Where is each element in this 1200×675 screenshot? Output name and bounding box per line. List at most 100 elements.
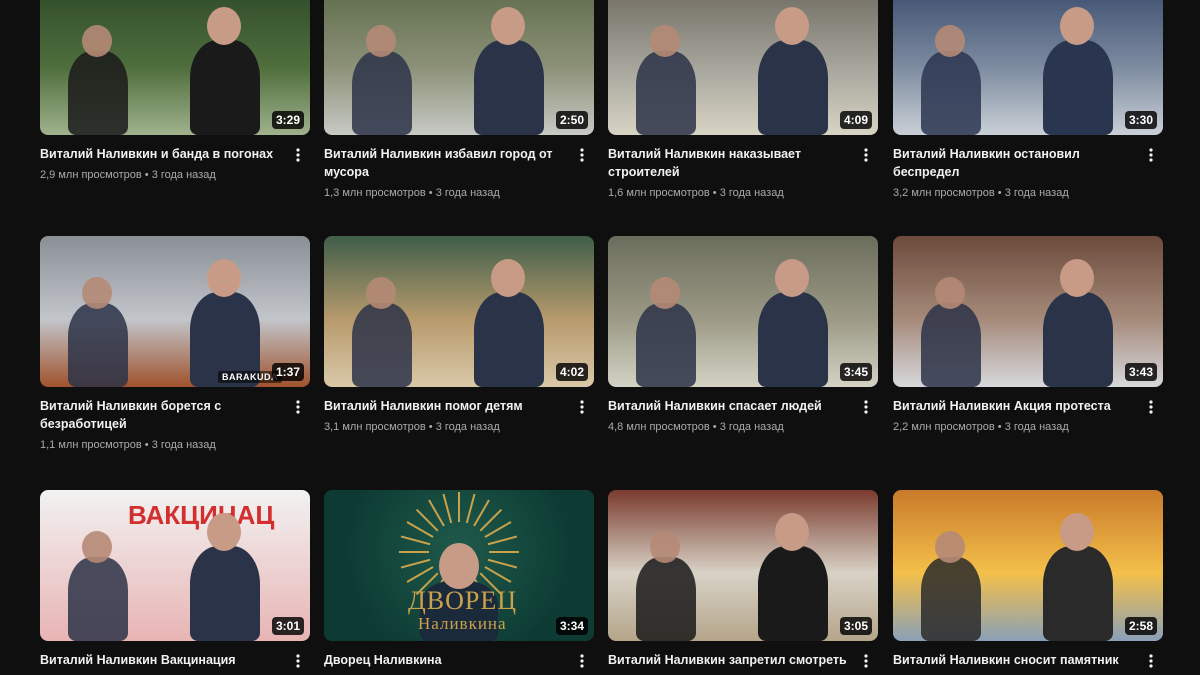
kebab-menu-icon — [296, 654, 300, 668]
video-thumbnail[interactable]: 2:58 — [893, 490, 1163, 641]
kebab-menu-icon — [296, 148, 300, 162]
person-figure — [474, 292, 544, 387]
duration-badge: 1:37 — [271, 363, 304, 381]
video-title[interactable]: Виталий Наливкин борется с безработицей — [40, 397, 282, 433]
video-stats: 4,8 млн просмотров • 3 года назад — [608, 419, 850, 435]
video-card[interactable]: 3:30 Виталий Наливкин остановил беспредел… — [893, 0, 1163, 201]
person-figure — [190, 40, 260, 135]
person-figure — [636, 557, 696, 641]
view-count: 1,6 млн просмотров — [608, 187, 710, 199]
more-actions-button[interactable] — [1141, 145, 1161, 165]
video-thumbnail[interactable]: ВАКЦИНАЦ 3:01 — [40, 490, 310, 641]
video-card[interactable]: 3:05 Виталий Наливкин запретил смотреть — [608, 490, 878, 669]
person-figure — [352, 303, 412, 387]
more-actions-button[interactable] — [856, 397, 876, 417]
thumbnail-caption-line1: ДВОРЕЦ — [408, 586, 517, 615]
person-figure — [921, 51, 981, 135]
kebab-menu-icon — [1149, 148, 1153, 162]
more-actions-button[interactable] — [572, 397, 592, 417]
video-details: Виталий Наливкин Акция протеста 2,2 млн п… — [893, 397, 1163, 435]
duration-badge: 2:58 — [1124, 617, 1157, 635]
more-actions-button[interactable] — [856, 145, 876, 165]
more-actions-button[interactable] — [856, 651, 876, 671]
more-actions-button[interactable] — [572, 145, 592, 165]
person-figure — [1043, 292, 1113, 387]
upload-age: 3 года назад — [151, 169, 216, 181]
video-title[interactable]: Виталий Наливкин помог детям — [324, 397, 566, 415]
person-head — [935, 25, 965, 57]
view-count: 2,9 млн просмотров — [40, 169, 142, 181]
video-title[interactable]: Виталий Наливкин наказывает строителей — [608, 145, 850, 181]
video-card[interactable]: 3:43 Виталий Наливкин Акция протеста 2,2 м… — [893, 236, 1163, 435]
video-stats: 3,2 млн просмотров • 3 года назад — [893, 185, 1135, 201]
video-thumbnail[interactable]: 2:50 — [324, 0, 594, 135]
person-head — [366, 25, 396, 57]
video-card[interactable]: 3:45 Виталий Наливкин спасает людей 4,8 мл… — [608, 236, 878, 435]
video-card[interactable]: 4:09 Виталий Наливкин наказывает строител… — [608, 0, 878, 201]
person-head — [491, 7, 525, 45]
person-figure — [352, 51, 412, 135]
person-head — [935, 277, 965, 309]
video-stats: 3,1 млн просмотров • 3 года назад — [324, 419, 566, 435]
thumbnail-image — [608, 236, 878, 387]
more-actions-button[interactable] — [288, 651, 308, 671]
person-figure — [636, 51, 696, 135]
video-card[interactable]: ВАКЦИНАЦ 3:01 Виталий Наливкин Вакцинация — [40, 490, 310, 669]
video-thumbnail[interactable]: 3:05 — [608, 490, 878, 641]
video-thumbnail[interactable]: 4:09 — [608, 0, 878, 135]
view-count: 2,2 млн просмотров — [893, 421, 995, 433]
separator-dot: • — [425, 421, 436, 433]
person-figure — [474, 40, 544, 135]
kebab-menu-icon — [864, 400, 868, 414]
video-card[interactable]: 3:29 Виталий Наливкин и банда в погонах 2,… — [40, 0, 310, 183]
duration-badge: 2:50 — [555, 111, 588, 129]
separator-dot: • — [141, 169, 152, 181]
video-title[interactable]: Виталий Наливкин остановил беспредел — [893, 145, 1135, 181]
duration-badge: 3:45 — [839, 363, 872, 381]
video-title[interactable]: Виталий Наливкин и банда в погонах — [40, 145, 282, 163]
video-title[interactable]: Дворец Наливкина — [324, 651, 566, 669]
video-thumbnail[interactable]: 4:02 — [324, 236, 594, 387]
duration-badge: 4:02 — [555, 363, 588, 381]
kebab-menu-icon — [580, 148, 584, 162]
video-title[interactable]: Виталий Наливкин избавил город от мусора — [324, 145, 566, 181]
person-figure — [190, 546, 260, 641]
person-head — [775, 513, 809, 551]
video-thumbnail[interactable]: BARAKUDA 1:37 — [40, 236, 310, 387]
more-actions-button[interactable] — [288, 397, 308, 417]
person-figure — [636, 303, 696, 387]
separator-dot: • — [994, 187, 1005, 199]
video-title[interactable]: Виталий Наливкин сносит памятник — [893, 651, 1135, 669]
video-thumbnail[interactable]: 3:45 — [608, 236, 878, 387]
video-thumbnail[interactable]: 3:29 — [40, 0, 310, 135]
separator-dot: • — [709, 187, 720, 199]
kebab-menu-icon — [580, 654, 584, 668]
more-actions-button[interactable] — [288, 145, 308, 165]
video-card[interactable]: 2:58 Виталий Наливкин сносит памятник — [893, 490, 1163, 669]
banner-sign: ВАКЦИНАЦ — [128, 500, 275, 530]
person-head — [491, 259, 525, 297]
video-thumbnail[interactable]: ДВОРЕЦ Наливкина 3:34 — [324, 490, 594, 641]
view-count: 3,2 млн просмотров — [893, 187, 995, 199]
more-actions-button[interactable] — [1141, 651, 1161, 671]
video-card[interactable]: ДВОРЕЦ Наливкина 3:34 Дворец Наливкина — [324, 490, 594, 669]
video-title[interactable]: Виталий Наливкин спасает людей — [608, 397, 850, 415]
video-thumbnail[interactable]: 3:30 — [893, 0, 1163, 135]
video-details: Виталий Наливкин избавил город от мусора… — [324, 145, 594, 201]
thumbnail-image — [608, 490, 878, 641]
more-actions-button[interactable] — [1141, 397, 1161, 417]
video-thumbnail[interactable]: 3:43 — [893, 236, 1163, 387]
more-actions-button[interactable] — [572, 651, 592, 671]
thumbnail-caption-line2: Наливкина — [418, 614, 507, 633]
person-head — [650, 25, 680, 57]
video-card[interactable]: 4:02 Виталий Наливкин помог детям 3,1 млн … — [324, 236, 594, 435]
video-card[interactable]: BARAKUDA 1:37 Виталий Наливкин борется с б… — [40, 236, 310, 453]
separator-dot: • — [994, 421, 1005, 433]
video-title[interactable]: Виталий Наливкин Акция протеста — [893, 397, 1135, 415]
separator-dot: • — [709, 421, 720, 433]
thumbnail-image — [608, 0, 878, 135]
video-title[interactable]: Виталий Наливкин запретил смотреть — [608, 651, 850, 669]
person-figure — [921, 557, 981, 641]
video-title[interactable]: Виталий Наливкин Вакцинация — [40, 651, 282, 669]
video-card[interactable]: 2:50 Виталий Наливкин избавил город от му… — [324, 0, 594, 201]
